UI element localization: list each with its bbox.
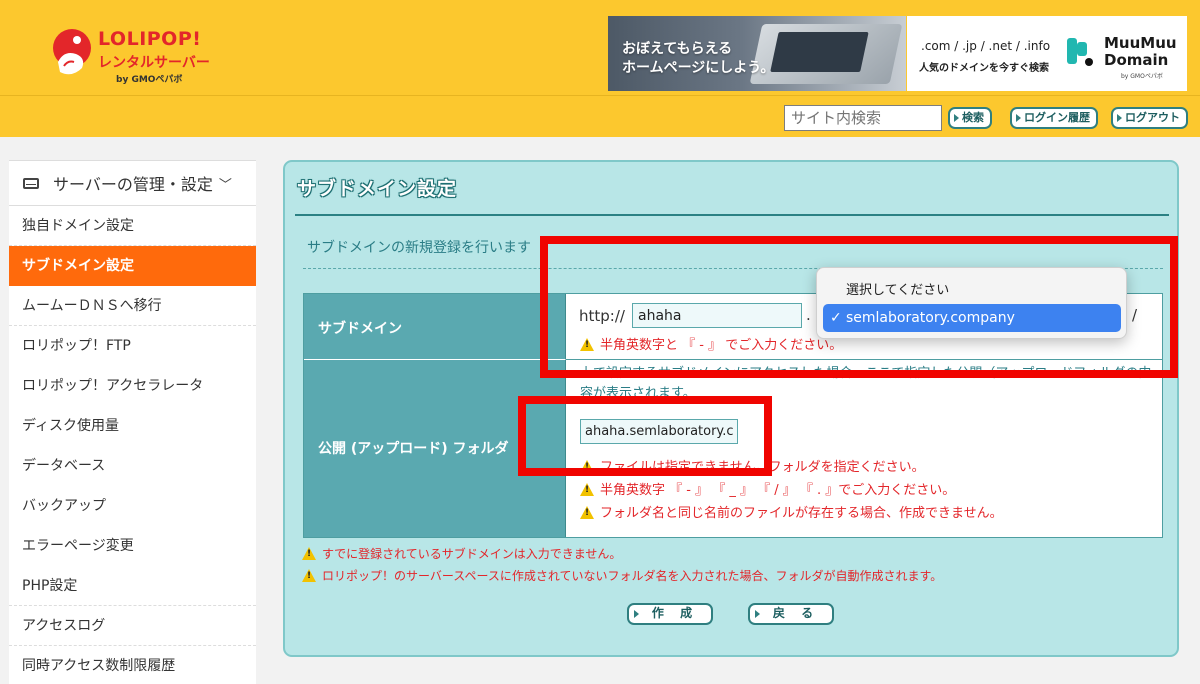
folder-warning-3-text: フォルダ名と同じ名前のファイルが存在する場合、作成できません。 [600,506,1003,521]
logo-by-line: by GMOペパボ [116,75,183,85]
sidebar-item-access-limit-history[interactable]: 同時アクセス数制限履歴 [9,646,256,684]
warning-icon [302,569,316,582]
logout-button[interactable]: ログアウト [1111,107,1188,129]
title-divider [295,214,1169,216]
site-search-input[interactable] [784,105,942,131]
sidebar-item-custom-domain[interactable]: 独自ドメイン設定 [9,206,256,246]
folder-warning-3: フォルダ名と同じ名前のファイルが存在する場合、作成できません。 [580,502,1003,521]
sidebar-item-database[interactable]: データベース [9,446,256,486]
search-button[interactable]: 検索 [948,107,992,129]
muumuu-logo-icon [1067,38,1093,66]
logo-title: LOLIPOP! [98,28,202,50]
note-auto-create-folder: ロリポップ！のサーバースペースに作成されていないフォルダ名を入力された場合、フォ… [302,567,942,584]
annotation-box-domain [540,236,1178,378]
lolipop-logo-icon [53,29,91,75]
homepage-ad-banner[interactable]: おぼえてもらえる ホームページにしよう。 [608,16,906,91]
folder-warning-2: 半角英数字 『 - 』 『 _ 』 『 / 』 『 . 』でご入力ください。 [580,479,955,498]
warning-icon [302,547,316,560]
subdomain-label-cell: サブドメイン [304,294,566,360]
annotation-box-folder [518,396,772,476]
muumuu-domain-banner[interactable]: .com / .jp / .net / .info 人気のドメインを今すぐ検索 … [907,16,1187,91]
muumuu-brand-name: MuuMuu Domain [1104,34,1177,69]
sidebar-item-error-page[interactable]: エラーページ変更 [9,526,256,566]
sidebar-section-title: サーバーの管理・設定 [53,175,213,194]
chevron-down-icon: ﹀ [218,177,232,193]
sidebar-item-muumuu-dns[interactable]: ムームーＤＮＳへ移行 [9,286,256,326]
sidebar-item-access-log[interactable]: アクセスログ [9,606,256,646]
sidebar-item-php-settings[interactable]: PHP設定 [9,566,256,606]
banner-line-1: おぼえてもらえる [622,41,733,57]
logo-subtitle: レンタルサーバー [98,55,210,71]
sidebar-item-disk-usage[interactable]: ディスク使用量 [9,406,256,446]
intro-text: サブドメインの新規登録を行います [307,240,531,256]
back-button[interactable]: 戻 る [748,603,834,625]
folder-warning-2-text: 半角英数字 『 - 』 『 _ 』 『 / 』 『 . 』でご入力ください。 [600,483,956,498]
sidebar-item-backup[interactable]: バックアップ [9,486,256,526]
note-1-text: すでに登録されているサブドメインは入力できません。 [322,547,622,561]
banner-description: 人気のドメインを今すぐ検索 [919,63,1049,74]
folder-label: 公開 (アップロード) フォルダ [318,441,509,457]
create-button[interactable]: 作 成 [627,603,713,625]
header-toolbar: 検索 ログイン履歴 ログアウト [0,95,1200,137]
muumuu-by-line: by GMOペパボ [1121,73,1163,80]
warning-icon [580,506,594,519]
banner-tld-list: .com / .jp / .net / .info [921,39,1051,53]
server-icon [23,177,39,189]
note-2-text: ロリポップ！のサーバースペースに作成されていないフォルダ名を入力された場合、フォ… [322,569,943,583]
sidebar-item-subdomain[interactable]: サブドメイン設定 [9,246,256,286]
note-existing-subdomain: すでに登録されているサブドメインは入力できません。 [302,545,621,562]
sidebar: サーバーの管理・設定 ﹀ 独自ドメイン設定 サブドメイン設定 ムームーＤＮＳへ移… [9,160,256,684]
page-title: サブドメイン設定 [297,178,458,200]
sidebar-item-ftp[interactable]: ロリポップ！FTP [9,326,256,366]
lolipop-logo[interactable]: LOLIPOP! レンタルサーバー by GMOペパボ [50,26,220,86]
sidebar-item-accelerator[interactable]: ロリポップ！アクセラレータ [9,366,256,406]
site-header: LOLIPOP! レンタルサーバー by GMOペパボ おぼえてもらえる ホーム… [0,0,1200,95]
banner-line-2: ホームページにしよう。 [622,60,775,76]
warning-icon [580,483,594,496]
subdomain-label: サブドメイン [318,321,402,337]
sidebar-section-server-settings[interactable]: サーバーの管理・設定 ﹀ [9,160,256,206]
login-history-button[interactable]: ログイン履歴 [1010,107,1098,129]
